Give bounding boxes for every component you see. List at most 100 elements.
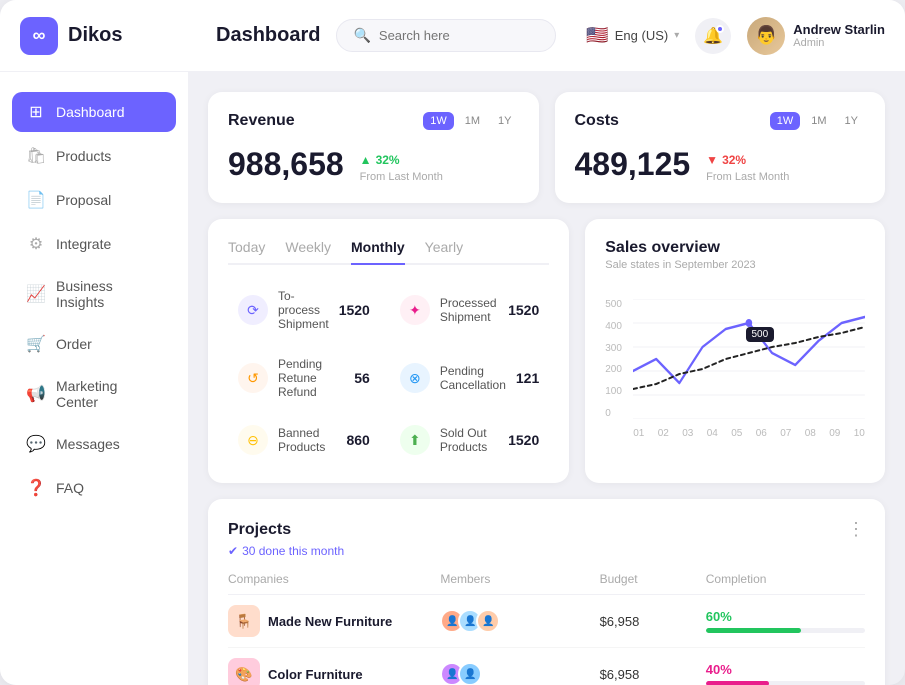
shipment-count: 121: [516, 370, 539, 386]
costs-change-block: ▼ 32% From Last Month: [706, 153, 789, 183]
shipment-name: Pending Retune Refund: [278, 357, 344, 399]
revenue-tab-1w[interactable]: 1W: [423, 112, 454, 130]
sidebar-label-proposal: Proposal: [56, 192, 111, 208]
sidebar-item-messages[interactable]: 💬 Messages: [12, 424, 176, 464]
search-bar[interactable]: 🔍: [336, 19, 556, 52]
sidebar: ⊞ Dashboard 🛍 Products 📄 Proposal ⚙ Inte…: [0, 72, 188, 685]
period-tab-monthly[interactable]: Monthly: [351, 239, 405, 265]
period-tab-today[interactable]: Today: [228, 239, 265, 265]
col-budget: Budget: [600, 572, 706, 586]
revenue-tab-1y[interactable]: 1Y: [491, 112, 518, 130]
costs-title: Costs: [575, 112, 619, 130]
sidebar-label-messages: Messages: [56, 436, 120, 452]
logo-area: ∞ Dikos: [20, 17, 200, 55]
projects-title: Projects: [228, 521, 291, 539]
user-name: Andrew Starlin: [793, 22, 885, 37]
period-tab-yearly[interactable]: Yearly: [425, 239, 463, 265]
refund-icon: ↺: [238, 363, 268, 393]
sales-title: Sales overview: [605, 239, 755, 257]
progress-fill: [706, 681, 770, 685]
revenue-time-tabs: 1W 1M 1Y: [423, 112, 518, 130]
sidebar-item-dashboard[interactable]: ⊞ Dashboard: [12, 92, 176, 132]
revenue-tab-1m[interactable]: 1M: [458, 112, 487, 130]
sidebar-item-faq[interactable]: ❓ FAQ: [12, 468, 176, 508]
shopping-bag-icon: 🛍: [26, 146, 46, 166]
language-selector[interactable]: 🇺🇸 Eng (US) ▾: [586, 25, 679, 46]
list-item: ⬆ Sold Out Products 1520: [390, 417, 549, 463]
notifications-button[interactable]: 🔔: [695, 18, 731, 54]
avatar: 👨: [747, 17, 785, 55]
logo-icon: ∞: [20, 17, 58, 55]
search-input[interactable]: [379, 28, 540, 43]
sidebar-item-marketing-center[interactable]: 📢 Marketing Center: [12, 368, 176, 420]
more-options-button[interactable]: ⋮: [847, 519, 865, 540]
shipment-grid: ⟳ To-process Shipment 1520 ✦ Processed S…: [228, 281, 549, 463]
chart-y-labels: 500 400 300 200 100 0: [605, 299, 622, 419]
user-role: Admin: [793, 37, 885, 49]
costs-tab-1w[interactable]: 1W: [770, 112, 801, 130]
user-info: 👨 Andrew Starlin Admin: [747, 17, 885, 55]
sales-chart-svg: [633, 299, 865, 419]
members-cell: 👤 👤 👤: [440, 609, 599, 633]
header: ∞ Dikos Dashboard 🔍 🇺🇸 Eng (US) ▾ 🔔 👨 An…: [0, 0, 905, 72]
logo-text: Dikos: [68, 24, 122, 47]
shipment-count: 56: [354, 370, 370, 386]
projects-card: Projects ⋮ ✔ 30 done this month Companie…: [208, 499, 885, 685]
sidebar-label-faq: FAQ: [56, 480, 84, 496]
sidebar-item-proposal[interactable]: 📄 Proposal: [12, 180, 176, 220]
chart-tooltip: 500: [746, 327, 775, 342]
search-icon: 🔍: [353, 27, 370, 44]
costs-time-tabs: 1W 1M 1Y: [770, 112, 865, 130]
projects-subtitle: ✔ 30 done this month: [228, 544, 865, 558]
list-item: ⊖ Banned Products 860: [228, 417, 380, 463]
app-container: ∞ Dikos Dashboard 🔍 🇺🇸 Eng (US) ▾ 🔔 👨 An…: [0, 0, 905, 685]
shipment-count: 1520: [339, 302, 370, 318]
sales-subtitle: Sale states in September 2023: [605, 259, 755, 271]
revenue-title: Revenue: [228, 112, 295, 130]
revenue-card: Revenue 1W 1M 1Y 988,658 ▲ 32% From Last…: [208, 92, 539, 203]
costs-tab-1m[interactable]: 1M: [804, 112, 833, 130]
cancellation-icon: ⊗: [400, 363, 430, 393]
chart-x-labels: 0102030405 0607080910: [633, 428, 865, 439]
content-area: Revenue 1W 1M 1Y 988,658 ▲ 32% From Last…: [188, 72, 905, 685]
shipment-info: Sold Out Products: [440, 426, 498, 454]
grid-icon: ⊞: [26, 102, 46, 122]
period-tab-weekly[interactable]: Weekly: [285, 239, 331, 265]
shipment-info: Banned Products: [278, 426, 336, 454]
shipment-info: To-process Shipment: [278, 289, 329, 331]
costs-change: ▼ 32%: [706, 153, 789, 167]
sidebar-label-integrate: Integrate: [56, 236, 111, 252]
chevron-down-icon: ▾: [674, 30, 679, 41]
budget-cell: $6,958: [600, 614, 706, 629]
revenue-change-label: From Last Month: [360, 171, 443, 183]
notification-dot: [716, 25, 724, 33]
costs-value: 489,125: [575, 146, 691, 183]
chart-icon: 📈: [26, 284, 46, 304]
progress-bar: [706, 628, 865, 633]
costs-tab-1y[interactable]: 1Y: [838, 112, 865, 130]
flag-icon: 🇺🇸: [586, 25, 608, 46]
sidebar-item-business-insights[interactable]: 📈 Business Insights: [12, 268, 176, 320]
shipment-count: 1520: [508, 302, 539, 318]
completion-percent: 40%: [706, 662, 865, 677]
revenue-change: ▲ 32%: [360, 153, 443, 167]
member-avatar: 👤: [458, 662, 482, 685]
completion-percent: 60%: [706, 609, 865, 624]
sidebar-item-integrate[interactable]: ⚙ Integrate: [12, 224, 176, 264]
shipment-name: Sold Out Products: [440, 426, 498, 454]
table-row: 🪑 Made New Furniture 👤 👤 👤 $6,958 60%: [228, 595, 865, 648]
sidebar-item-order[interactable]: 🛒 Order: [12, 324, 176, 364]
megaphone-icon: 📢: [26, 384, 46, 404]
company-name: Made New Furniture: [268, 614, 392, 629]
check-icon: ✔: [228, 544, 238, 558]
shipment-count: 1520: [508, 432, 539, 448]
shipment-name: To-process Shipment: [278, 289, 329, 331]
col-companies: Companies: [228, 572, 440, 586]
shipment-info: Pending Retune Refund: [278, 357, 344, 399]
sales-title-block: Sales overview Sale states in September …: [605, 239, 755, 283]
company-avatar: 🎨: [228, 658, 260, 685]
shipment-name: Banned Products: [278, 426, 336, 454]
costs-metric-row: 489,125 ▼ 32% From Last Month: [575, 146, 866, 183]
main-layout: ⊞ Dashboard 🛍 Products 📄 Proposal ⚙ Inte…: [0, 72, 905, 685]
sidebar-item-products[interactable]: 🛍 Products: [12, 136, 176, 176]
